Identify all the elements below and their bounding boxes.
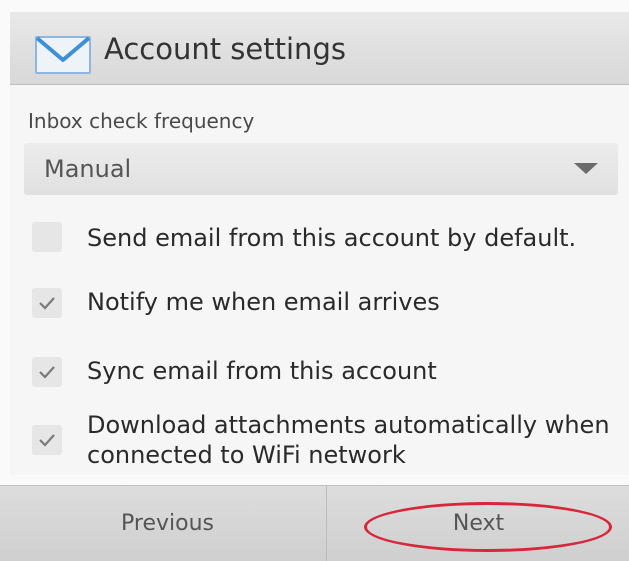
auto-download-checkbox[interactable] (32, 425, 62, 455)
previous-button[interactable]: Previous (10, 486, 325, 561)
footer-bar: Previous Next (0, 485, 629, 561)
account-settings-screen: Account settings Inbox check frequency M… (0, 0, 629, 561)
title-bar: Account settings (10, 12, 629, 85)
default-sender-label: Send email from this account by default. (87, 224, 577, 252)
default-sender-checkbox[interactable] (32, 222, 62, 252)
page-title: Account settings (104, 32, 346, 66)
inbox-frequency-label: Inbox check frequency (28, 109, 255, 133)
next-button[interactable]: Next (326, 486, 629, 561)
inbox-frequency-dropdown[interactable]: Manual (24, 143, 618, 195)
sync-checkbox[interactable] (32, 357, 62, 387)
chevron-down-icon (574, 163, 598, 174)
notify-label: Notify me when email arrives (87, 288, 440, 316)
checkmark-icon (39, 297, 55, 310)
checkmark-icon (39, 434, 55, 447)
notify-checkbox[interactable] (32, 288, 62, 318)
envelope-icon (35, 36, 91, 74)
dropdown-selected-value: Manual (44, 155, 132, 183)
sync-label: Sync email from this account (87, 357, 437, 385)
checkmark-icon (39, 366, 55, 379)
auto-download-label: Download attachments automatically when … (87, 411, 610, 469)
